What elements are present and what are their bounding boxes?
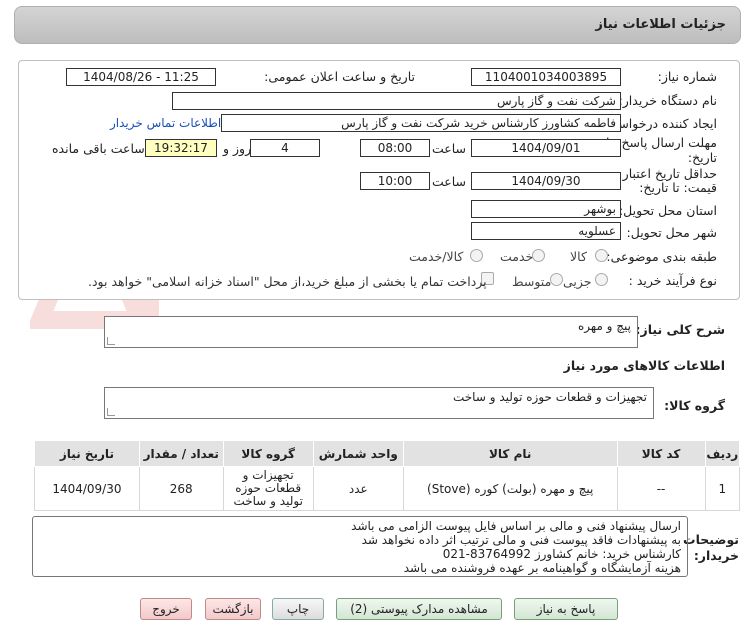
deadline-label-line2: تاریخ: xyxy=(687,150,717,165)
category-option-goods: کالا xyxy=(570,249,587,264)
creator-field: فاطمه کشاورز کارشناس خرید شرکت نفت و گاز… xyxy=(221,114,621,132)
reply-button[interactable]: پاسخ به نیاز xyxy=(514,598,618,620)
header-item-name: نام کالا xyxy=(402,440,618,467)
cell-item-code: -- xyxy=(616,466,706,511)
need-number-label: شماره نیاز: xyxy=(657,69,717,84)
deadline-time-field: 08:00 xyxy=(360,139,430,157)
province-label: استان محل تحویل: xyxy=(618,203,717,218)
goods-group-text: تجهیزات و قطعات حوزه تولید و ساخت xyxy=(452,390,647,404)
buyer-org-field: شرکت نفت و گاز پارس xyxy=(172,92,621,110)
buyer-notes-line: به پیشنهادات فاقد پیوست فنی و مالی ترتیب… xyxy=(361,533,681,547)
validity-date-field: 1404/09/30 xyxy=(471,172,621,190)
page-title: جزئیات اطلاعات نیاز xyxy=(595,17,726,32)
category-radio-service[interactable] xyxy=(532,249,545,262)
announce-date-field: 1404/08/26 - 11:25 xyxy=(66,68,216,86)
remaining-time-field: 19:32:17 xyxy=(145,139,217,157)
category-label: طبقه بندی موضوعی: xyxy=(606,249,717,264)
process-option-minor: جزیی xyxy=(563,274,592,289)
need-number-field: 1104001034003895 xyxy=(471,68,621,86)
validity-label-line1: حداقل تاریخ اعتبار xyxy=(622,166,717,181)
announce-date-label: تاریخ و ساعت اعلان عمومی: xyxy=(264,69,415,84)
view-attachments-button[interactable]: مشاهده مدارک پیوستی (2) xyxy=(336,598,502,620)
deadline-label-line1: مهلت ارسال پاسخ: تا xyxy=(606,135,717,150)
province-field: بوشهر xyxy=(471,200,621,218)
buyer-notes-line: هزینه آزمایشگاه و گواهینامه بر عهده فروش… xyxy=(403,561,681,575)
buyer-org-label: نام دستگاه خریدار: xyxy=(618,93,717,108)
resize-handle-icon[interactable] xyxy=(107,337,115,345)
exit-button[interactable]: خروج xyxy=(140,598,192,620)
process-radio-minor[interactable] xyxy=(595,273,608,286)
validity-label-line2: قیمت: تا تاریخ: xyxy=(639,180,717,195)
goods-info-label: اطلاعات کالاهای مورد نیاز xyxy=(563,358,725,373)
cell-quantity: 268 xyxy=(138,466,224,511)
process-radio-medium[interactable] xyxy=(550,273,563,286)
goods-group-textarea[interactable]: تجهیزات و قطعات حوزه تولید و ساخت xyxy=(104,387,654,419)
header-quantity: تعداد / مقدار xyxy=(138,440,224,467)
header-need-date: تاریخ نیاز xyxy=(34,440,140,467)
cell-item-name: پیچ و مهره (بولت) کوره (Stove) xyxy=(402,466,618,511)
description-label: شرح کلی نیاز: xyxy=(635,322,725,337)
goods-table: ردیف کد کالا نام کالا واحد شمارش گروه کا… xyxy=(34,440,741,511)
table-row: 1 -- پیچ و مهره (بولت) کوره (Stove) عدد … xyxy=(34,466,741,511)
description-textarea[interactable]: پیچ و مهره xyxy=(104,316,638,348)
category-radio-goods[interactable] xyxy=(595,249,608,262)
category-option-service: خدمت xyxy=(500,249,534,264)
deadline-date-field: 1404/09/01 xyxy=(471,139,621,157)
header-item-code: کد کالا xyxy=(616,440,706,467)
validity-time-field: 10:00 xyxy=(360,172,430,190)
cell-goods-group: تجهیزات و قطعات حوزه تولید و ساخت xyxy=(222,466,314,511)
remaining-time-label: ساعت باقی مانده xyxy=(52,141,145,156)
category-radio-both[interactable] xyxy=(470,249,483,262)
table-header-row: ردیف کد کالا نام کالا واحد شمارش گروه کا… xyxy=(34,440,741,467)
buyer-notes-box: ارسال پیشنهاد فنی و مالی بر اساس فایل پی… xyxy=(32,516,688,577)
buyer-notes-label-line2: خریدار: xyxy=(693,548,739,563)
header-goods-group: گروه کالا xyxy=(222,440,314,467)
city-field: عسلویه xyxy=(471,222,621,240)
days-remaining-field: 4 xyxy=(250,139,320,157)
category-option-both: کالا/خدمت xyxy=(409,249,464,264)
cell-unit: عدد xyxy=(312,466,404,511)
cell-row-number: 1 xyxy=(704,466,741,511)
buyer-notes-line: کارشناس خرید: خانم کشاورز 83764992-021 xyxy=(442,547,681,561)
resize-handle-icon[interactable] xyxy=(107,408,115,416)
process-option-medium: متوسط xyxy=(512,274,552,289)
cell-need-date: 1404/09/30 xyxy=(34,466,140,511)
print-button[interactable]: چاپ xyxy=(272,598,324,620)
back-button[interactable]: بازگشت xyxy=(205,598,261,620)
goods-group-label: گروه کالا: xyxy=(664,398,725,413)
buyer-contact-link[interactable]: اطلاعات تماس خریدار xyxy=(110,116,221,130)
days-label: روز و xyxy=(223,141,252,156)
header-unit: واحد شمارش xyxy=(312,440,404,467)
deadline-time-label: ساعت xyxy=(432,141,467,156)
treasury-payment-note: پرداخت تمام یا بخشی از مبلغ خرید،از محل … xyxy=(88,274,487,289)
city-label: شهر محل تحویل: xyxy=(626,225,717,240)
validity-time-label: ساعت xyxy=(432,174,467,189)
page-header: جزئیات اطلاعات نیاز xyxy=(14,6,741,44)
buyer-notes-label-line1: توضیحات xyxy=(683,532,739,547)
buyer-notes-line: ارسال پیشنهاد فنی و مالی بر اساس فایل پی… xyxy=(351,519,681,533)
process-type-label: نوع فرآیند خرید : xyxy=(628,273,717,288)
description-text: پیچ و مهره xyxy=(578,319,631,333)
header-row-number: ردیف xyxy=(704,440,741,467)
